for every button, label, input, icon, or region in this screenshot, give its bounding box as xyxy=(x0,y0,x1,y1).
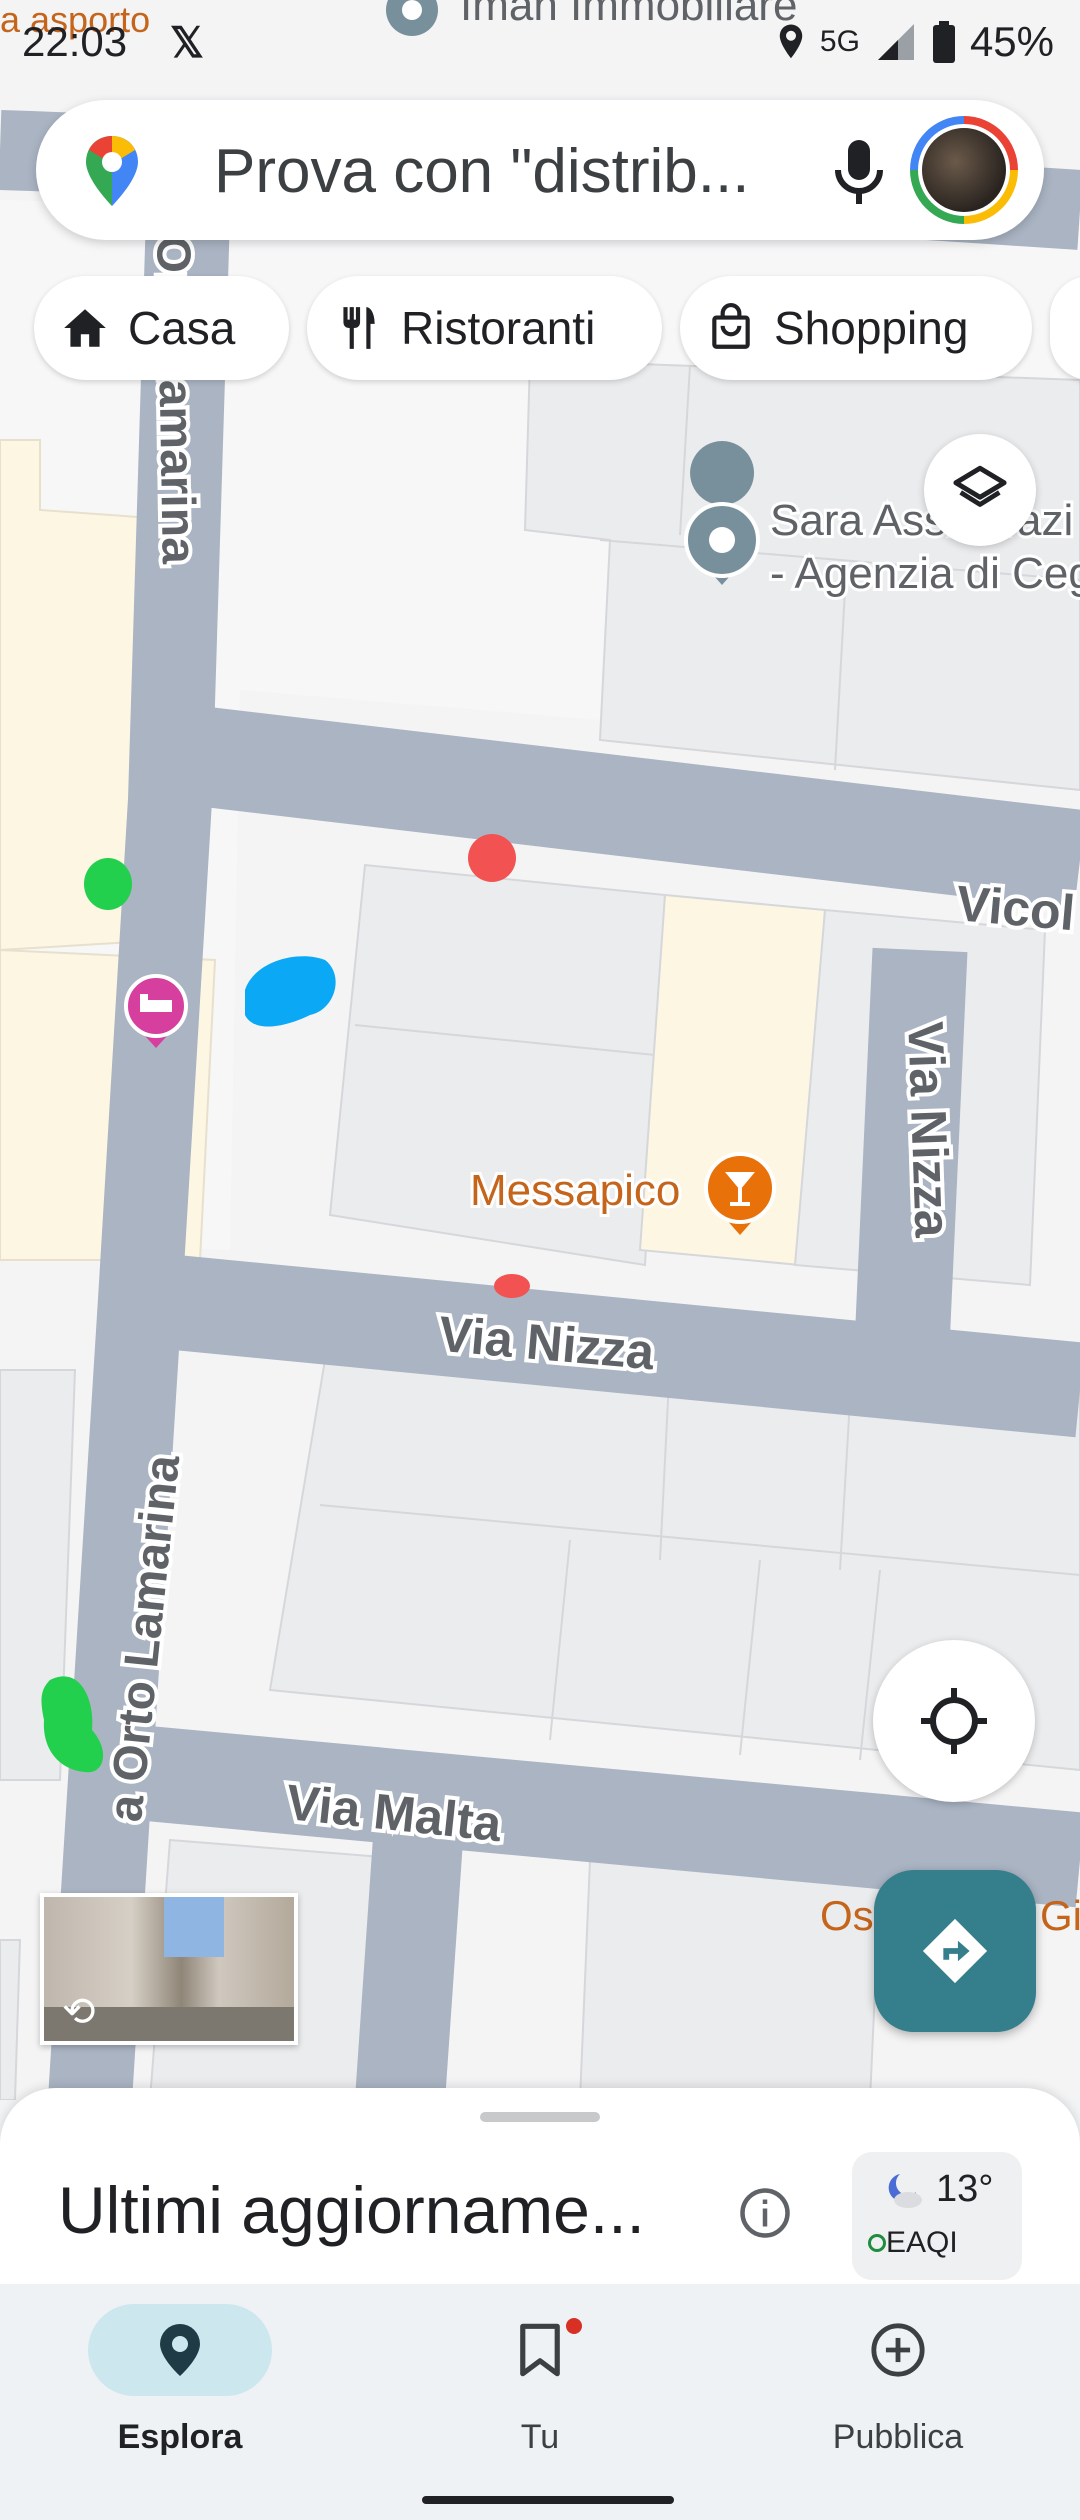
status-indicators: 5G 45% xyxy=(776,18,1054,66)
add-circle-icon xyxy=(871,2323,925,2377)
google-maps-logo-icon xyxy=(86,136,138,206)
street-label-via-nizza-vertical: Via Nizza xyxy=(897,1021,961,1240)
rotate-360-icon: ⟲ xyxy=(62,1990,96,2034)
search-bar[interactable]: Prova con "distrib... xyxy=(36,100,1044,240)
moon-cloud-icon xyxy=(888,2174,922,2208)
map-pin-icon xyxy=(160,2324,200,2376)
my-location-button[interactable] xyxy=(873,1640,1035,1802)
street-view-sky xyxy=(164,1897,224,1957)
home-icon xyxy=(64,309,106,347)
bottom-navigation: Esplora Tu Pubblica xyxy=(0,2284,1080,2520)
directions-icon xyxy=(922,1918,988,1984)
chip-shopping-label: Shopping xyxy=(774,302,969,354)
aqi-indicator-icon xyxy=(868,2234,886,2252)
sheet-title: Ultimi aggiorname... xyxy=(58,2173,645,2247)
layers-button[interactable] xyxy=(924,434,1036,546)
red-marker-bottom xyxy=(494,1274,530,1298)
gesture-bar[interactable] xyxy=(422,2496,674,2504)
status-bar: 22:03 𝕏 5G 45% xyxy=(0,0,1080,90)
chip-more[interactable] xyxy=(1050,276,1080,380)
avatar[interactable] xyxy=(910,116,1018,224)
directions-button[interactable] xyxy=(874,1870,1036,2032)
network-type: 5G xyxy=(819,25,860,58)
chip-ristoranti[interactable]: Ristoranti xyxy=(307,276,662,380)
shopping-bag-icon xyxy=(712,303,750,349)
nav-explore-pill xyxy=(88,2304,272,2396)
green-marker-top xyxy=(84,858,132,910)
microphone-icon[interactable] xyxy=(826,136,892,206)
fork-knife-icon xyxy=(343,307,375,349)
info-icon[interactable] xyxy=(738,2186,792,2240)
nav-you-label: Tu xyxy=(520,2418,560,2456)
street-view-thumbnail[interactable]: ⟲ xyxy=(40,1893,298,2045)
poi-label-sara-line2: - Agenzia di Ceg xyxy=(770,549,1080,598)
poi-label-gi: Gi xyxy=(1040,1892,1080,1939)
weather-widget[interactable]: 13° EAQI xyxy=(852,2152,1022,2280)
chip-ristoranti-label: Ristoranti xyxy=(401,302,596,354)
nav-you[interactable]: Tu xyxy=(390,2304,690,2457)
nav-contribute-label: Pubblica xyxy=(832,2418,964,2456)
avatar-image xyxy=(918,124,1010,216)
nav-explore-label: Esplora xyxy=(117,2418,243,2456)
weather-aqi: EAQI xyxy=(886,2226,958,2259)
battery-icon xyxy=(932,21,955,63)
layers-icon xyxy=(953,465,1007,507)
poi-label-messapico: Messapico xyxy=(470,1166,680,1215)
red-marker-top xyxy=(468,834,516,882)
poi-label-os: Os xyxy=(820,1892,874,1939)
signal-icon xyxy=(877,24,914,60)
nav-explore[interactable]: Esplora xyxy=(30,2304,330,2457)
location-icon xyxy=(779,24,803,59)
chip-casa-label: Casa xyxy=(128,302,236,354)
x-logo-icon: 𝕏 xyxy=(170,19,204,66)
crosshair-icon xyxy=(921,1688,987,1754)
search-input[interactable]: Prova con "distrib... xyxy=(214,136,749,207)
status-time: 22:03 xyxy=(22,18,128,65)
category-chips: Casa Ristoranti Shopping xyxy=(34,276,1080,380)
nav-you-pill xyxy=(448,2304,632,2396)
nav-contribute-pill xyxy=(806,2304,990,2396)
notification-dot xyxy=(566,2318,582,2334)
sheet-drag-handle[interactable] xyxy=(480,2112,600,2122)
weather-temperature: 13° xyxy=(936,2168,994,2210)
chip-casa[interactable]: Casa xyxy=(34,276,289,380)
poi-pin-sara[interactable] xyxy=(684,441,760,585)
bookmark-icon xyxy=(520,2323,560,2377)
chip-shopping[interactable]: Shopping xyxy=(680,276,1032,380)
nav-contribute[interactable]: Pubblica xyxy=(748,2304,1048,2457)
battery-level: 45% xyxy=(969,18,1054,65)
street-label-vicol: Vicol xyxy=(954,875,1077,941)
